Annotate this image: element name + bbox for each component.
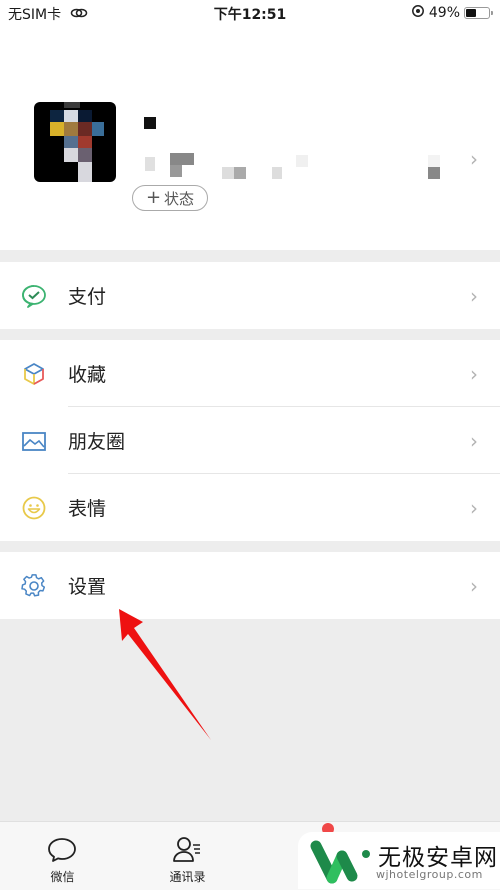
chevron-right-icon: › (470, 574, 478, 598)
chevron-right-icon: › (470, 284, 478, 308)
status-button-label: 状态 (164, 189, 195, 208)
plus-icon: + (145, 187, 162, 208)
menu-item-stickers[interactable]: 表情 › (0, 474, 500, 541)
watermark-logo-icon (310, 838, 374, 890)
add-status-button[interactable]: + 状态 (132, 185, 208, 211)
chevron-right-icon: › (470, 147, 478, 171)
menu-item-moments[interactable]: 朋友圈 › (0, 407, 500, 474)
rotation-lock-icon (411, 4, 425, 22)
menu-item-label: 收藏 (68, 364, 107, 386)
chevron-right-icon: › (470, 362, 478, 386)
tab-chats[interactable]: 微信 (0, 822, 125, 890)
tab-label: 通讯录 (169, 870, 206, 884)
battery-percent: 49% (428, 5, 460, 21)
avatar[interactable] (34, 102, 116, 182)
chat-bubble-icon (46, 834, 78, 866)
menu-item-label: 表情 (68, 498, 107, 520)
menu-item-favorites[interactable]: 收藏 › (0, 340, 500, 407)
menu-item-label: 支付 (68, 286, 107, 308)
menu-item-pay[interactable]: 支付 › (0, 262, 500, 329)
pay-section: 支付 › (0, 262, 500, 329)
menu-item-label: 朋友圈 (68, 431, 126, 453)
chevron-right-icon: › (470, 496, 478, 520)
settings-section: 设置 › (0, 552, 500, 619)
profile-header[interactable]: + 状态 › (0, 26, 500, 250)
status-bar: 无SIM卡 下午12:51 49% (0, 0, 500, 26)
chevron-right-icon: › (470, 429, 478, 453)
menu-item-settings[interactable]: 设置 › (0, 552, 500, 619)
tab-label: 微信 (50, 870, 75, 884)
watermark: 无极安卓网 wjhotelgroup.com (298, 832, 500, 889)
tab-contacts[interactable]: 通讯录 (125, 822, 250, 890)
battery-icon (464, 7, 493, 19)
smiley-icon (20, 494, 48, 522)
watermark-title: 无极安卓网 (378, 845, 498, 871)
content-section: 收藏 › 朋友圈 › 表情 › (0, 340, 500, 541)
menu-item-label: 设置 (68, 576, 107, 598)
gear-icon (20, 572, 48, 600)
watermark-url: wjhotelgroup.com (376, 868, 483, 881)
image-icon (20, 427, 48, 455)
contacts-icon (171, 834, 203, 866)
wechat-pay-icon (20, 282, 48, 310)
cube-icon (20, 360, 48, 388)
status-indicators: 49% (411, 4, 493, 22)
